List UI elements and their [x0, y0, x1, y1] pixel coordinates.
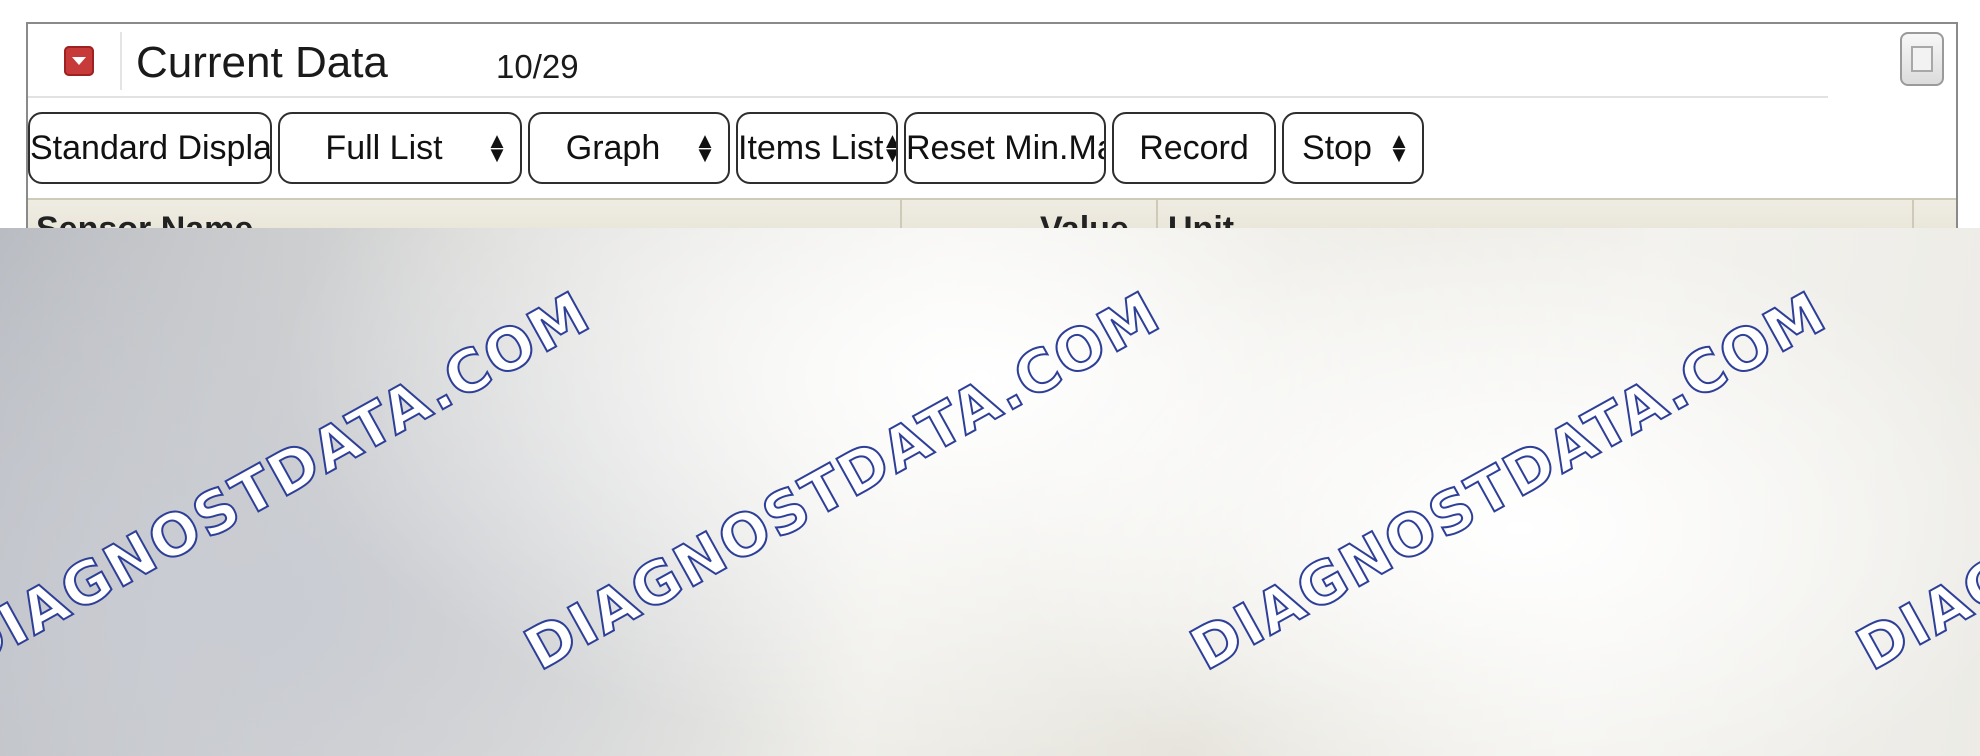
full-list-select[interactable]: Full List ▲ ▼: [278, 112, 522, 184]
stop-select[interactable]: Stop ▲ ▼: [1282, 112, 1424, 184]
graph-select[interactable]: Graph ▲ ▼: [528, 112, 730, 184]
column-separator[interactable]: [1156, 200, 1158, 228]
graph-label: Graph: [565, 128, 661, 167]
record-button[interactable]: Record: [1112, 112, 1276, 184]
stop-label: Stop: [1302, 128, 1372, 167]
watermark-text: DIAGNOSTDATA.COM: [1845, 277, 1980, 685]
column-header-unit[interactable]: Unit: [1168, 210, 1234, 228]
watermark-text: DIAGNOSTDATA.COM: [0, 277, 602, 685]
items-list-label: Items List: [738, 128, 884, 167]
restore-window-icon[interactable]: [1900, 32, 1944, 86]
updown-arrows-icon: ▲▼: [694, 128, 716, 167]
title-divider: [120, 32, 122, 90]
current-data-panel: Current Data 10/29 Standard Display ▲▼ F…: [0, 0, 1980, 228]
data-count: 10/29: [496, 48, 579, 85]
updown-arrows-icon: ▲▼: [882, 130, 896, 166]
standard-display-label: Standard Display: [30, 128, 272, 167]
watermark-text: DIAGNOSTDATA.COM: [1179, 277, 1839, 685]
standard-display-select[interactable]: Standard Display ▲▼: [28, 112, 272, 184]
watermark-text: DIAGNOSTDATA.COM: [513, 277, 1173, 685]
updown-arrows-icon: ▲▼: [486, 128, 508, 167]
current-data-window: Current Data 10/29 Standard Display ▲▼ F…: [26, 22, 1958, 228]
collapse-arrow-icon[interactable]: [64, 46, 94, 76]
record-label: Record: [1139, 128, 1249, 167]
updown-arrows-icon: ▲▼: [1388, 128, 1410, 167]
items-list-select[interactable]: Items List ▲▼: [736, 112, 898, 184]
title-bar: Current Data 10/29: [28, 24, 1828, 98]
column-header-value[interactable]: Value: [1040, 210, 1129, 228]
column-header-sensor-name[interactable]: Sensor Name: [36, 210, 253, 228]
table-header: Sensor Name Value Unit: [28, 198, 1956, 228]
reset-min-max-button[interactable]: Reset Min.Max.: [904, 112, 1106, 184]
blurred-background: DIAGNOSTDATA.COM DIAGNOSTDATA.COM DIAGNO…: [0, 228, 1980, 756]
window-title: Current Data: [136, 38, 388, 87]
toolbar: Standard Display ▲▼ Full List ▲▼ Graph ▲…: [28, 112, 1956, 188]
column-separator[interactable]: [900, 200, 902, 228]
column-separator: [1912, 200, 1914, 228]
reset-min-max-label: Reset Min.Max.: [906, 128, 1104, 167]
full-list-label: Full List: [325, 128, 443, 167]
